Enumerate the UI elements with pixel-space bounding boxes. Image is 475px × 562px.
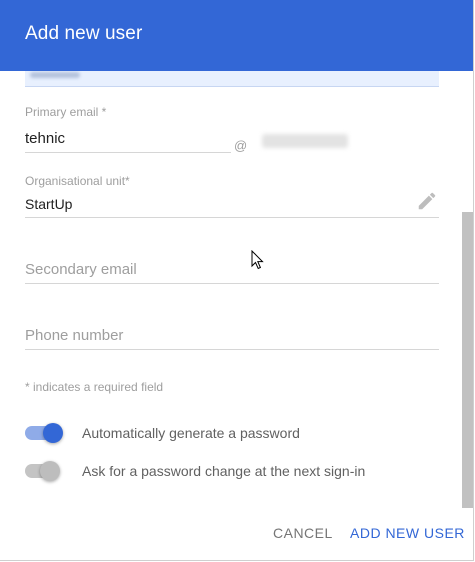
obscured-field	[25, 71, 439, 87]
cancel-button[interactable]: CANCEL	[273, 518, 333, 548]
dialog-title: Add new user	[25, 23, 143, 44]
domain-select[interactable]	[262, 134, 348, 148]
secondary-email-underline	[25, 283, 439, 284]
primary-email-underline	[25, 152, 231, 153]
add-user-dialog: Add new user Primary email * tehnic @ Or…	[0, 0, 474, 561]
dialog-header: Add new user	[0, 0, 473, 71]
change-password-label: Ask for a password change at the next si…	[82, 463, 366, 479]
toggle-thumb	[43, 423, 63, 443]
at-symbol: @	[234, 138, 248, 153]
secondary-email-input[interactable]: Secondary email	[25, 261, 137, 278]
dialog-content[interactable]: Primary email * tehnic @ Organisational …	[0, 71, 473, 511]
auto-password-toggle[interactable]	[25, 421, 63, 445]
mouse-pointer-icon	[251, 249, 265, 270]
required-field-hint: * indicates a required field	[25, 380, 164, 394]
change-password-toggle[interactable]	[25, 459, 63, 483]
add-new-user-button[interactable]: ADD NEW USER	[350, 518, 465, 548]
org-unit-underline	[25, 217, 439, 218]
primary-email-input[interactable]: tehnic	[25, 130, 65, 147]
auto-password-label: Automatically generate a password	[82, 425, 300, 441]
primary-email-label: Primary email *	[25, 105, 107, 119]
scrollbar-thumb[interactable]	[462, 212, 473, 508]
org-unit-label: Organisational unit*	[25, 174, 130, 188]
edit-pencil-icon[interactable]	[416, 190, 438, 212]
org-unit-value: StartUp	[25, 196, 73, 212]
phone-number-input[interactable]: Phone number	[25, 327, 123, 344]
phone-number-underline	[25, 349, 439, 350]
obscured-text	[30, 72, 80, 78]
toggle-thumb	[40, 461, 60, 481]
